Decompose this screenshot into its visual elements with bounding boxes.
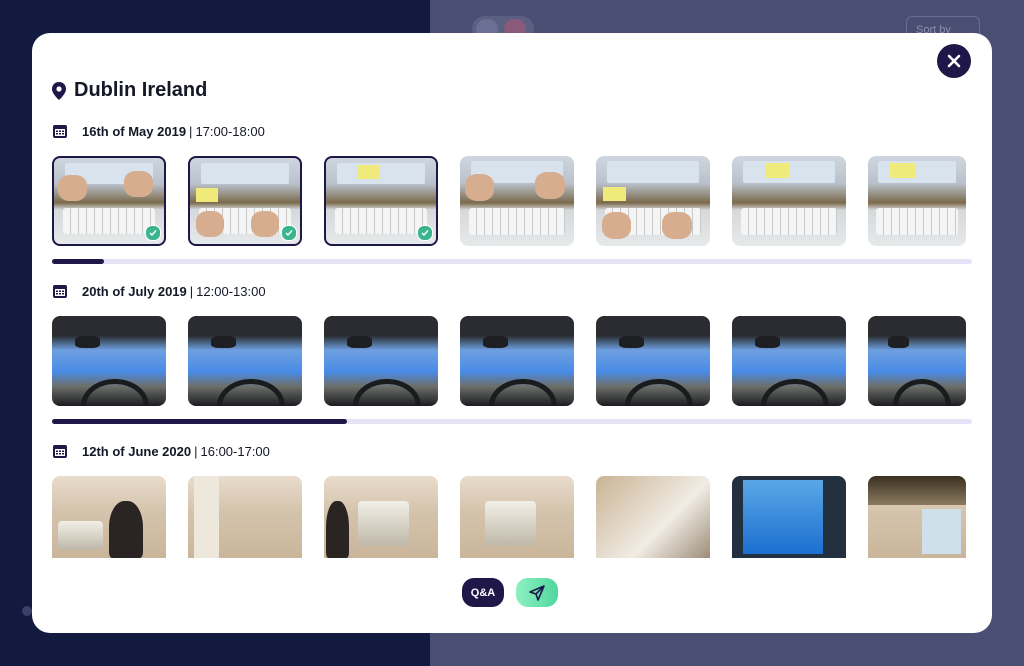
send-button[interactable]: [516, 578, 558, 607]
progress-track[interactable]: [52, 419, 972, 424]
photo-thumbnail[interactable]: [596, 316, 710, 406]
photo-thumbnail[interactable]: [732, 156, 846, 246]
photo-thumbnail[interactable]: [52, 316, 166, 406]
modal-header: Dublin Ireland: [52, 79, 207, 102]
photo-thumbnail[interactable]: [868, 316, 966, 406]
background-dot: [22, 606, 32, 616]
photo-thumbnail[interactable]: [868, 156, 966, 246]
photo-thumbnail[interactable]: [188, 316, 302, 406]
section-time: 12:00-13:00: [196, 283, 266, 299]
thumbnail-strip: [52, 156, 972, 246]
location-pin-icon: [52, 81, 66, 100]
photo-thumbnail[interactable]: [188, 476, 302, 558]
progress-fill: [52, 419, 348, 424]
calendar-icon: [53, 445, 67, 458]
progress-track[interactable]: [52, 259, 972, 264]
date-section: 20th of July 2019 | 12:00-13:00: [52, 281, 972, 424]
checkmark-icon: [417, 225, 433, 241]
section-header: 16th of May 2019 | 17:00-18:00: [52, 121, 972, 141]
thumbnail-strip: [52, 476, 972, 558]
progress-fill: [52, 259, 105, 264]
photo-thumbnail[interactable]: [460, 156, 574, 246]
section-time: 16:00-17:00: [200, 443, 270, 459]
separator: |: [194, 443, 198, 459]
qa-button[interactable]: Q&A: [462, 578, 504, 607]
checkmark-icon: [145, 225, 161, 241]
photo-thumbnail[interactable]: [596, 156, 710, 246]
section-header: 20th of July 2019 | 12:00-13:00: [52, 281, 972, 301]
photo-thumbnail[interactable]: [324, 476, 438, 558]
photo-thumbnail[interactable]: [460, 316, 574, 406]
photo-thumbnail[interactable]: [596, 476, 710, 558]
photo-thumbnail[interactable]: [732, 316, 846, 406]
photo-thumbnail[interactable]: [52, 156, 166, 246]
photo-thumbnail[interactable]: [460, 476, 574, 558]
calendar-icon: [53, 125, 67, 138]
modal-actions: Q&A: [462, 578, 558, 607]
date-section: 12th of June 2020 | 16:00-17:00: [52, 441, 972, 558]
section-time: 17:00-18:00: [195, 123, 265, 139]
date-section: 16th of May 2019 | 17:00-18:00: [52, 121, 972, 264]
separator: |: [189, 123, 193, 139]
photo-thumbnail[interactable]: [868, 476, 966, 558]
photo-thumbnail[interactable]: [52, 476, 166, 558]
checkmark-icon: [281, 225, 297, 241]
close-icon: [947, 54, 961, 68]
calendar-icon: [53, 285, 67, 298]
page-title: Dublin Ireland: [74, 79, 208, 101]
send-icon: [529, 584, 545, 601]
separator: |: [189, 283, 194, 299]
location-modal: Dublin Ireland 16th of May 2019 | 17:00-…: [32, 33, 992, 633]
photo-thumbnail[interactable]: [188, 156, 302, 246]
photo-thumbnail[interactable]: [732, 476, 846, 558]
close-button[interactable]: [937, 44, 971, 78]
photo-thumbnail[interactable]: [324, 156, 438, 246]
section-header: 12th of June 2020 | 16:00-17:00: [52, 441, 972, 461]
section-date: 12th of June 2020: [82, 443, 192, 459]
section-date: 16th of May 2019: [82, 123, 187, 139]
photo-thumbnail[interactable]: [324, 316, 438, 406]
section-date: 20th of July 2019: [82, 283, 187, 299]
thumbnail-strip: [52, 316, 972, 406]
